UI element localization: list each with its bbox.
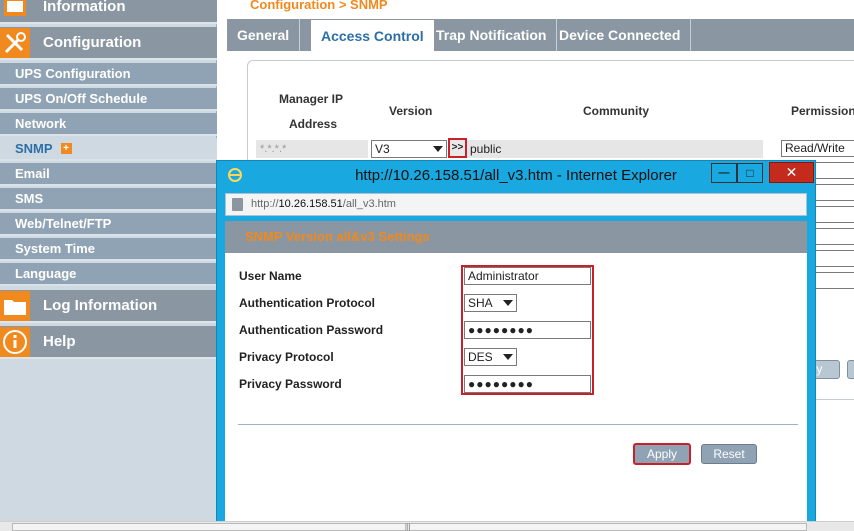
minimize-icon: — [718,167,730,179]
auth-protocol-label: Authentication Protocol [239,296,375,310]
header-community: Community [583,104,649,118]
horizontal-scrollbar[interactable]: ||| [0,521,854,531]
maximize-button[interactable]: □ [737,163,763,183]
page-icon [232,198,243,211]
user-name-label: User Name [239,269,302,283]
privacy-password-label: Privacy Password [239,377,342,391]
version-select[interactable]: V3 [371,140,447,158]
header-manager-ip-address: Address [289,117,338,131]
auth-protocol-value: SHA [468,296,493,310]
sidebar-item-sms[interactable]: SMS [0,188,217,211]
sidebar-item-label: Web/Telnet/FTP [15,216,112,231]
popup-client-area: SNMP Version all&v3 Settings User Name A… [225,221,807,531]
information-icon [0,0,30,22]
sidebar-item-language[interactable]: Language [0,263,217,286]
address-bar[interactable]: http://10.26.158.51/all_v3.htm [225,193,807,216]
permission-select[interactable]: Read/Write [781,140,854,157]
chevron-down-icon [503,354,513,360]
sidebar-item-label: Email [15,166,50,181]
tab-bar: General Access Control Trap Notification… [227,19,854,51]
header-version: Version [389,104,433,118]
sidebar-item-web-telnet-ftp[interactable]: Web/Telnet/FTP [0,213,217,236]
chevron-down-icon [433,146,443,152]
open-settings-button[interactable]: >> [448,138,467,158]
permission-value: Read/Write [785,141,845,155]
sidebar-item-ups-configuration[interactable]: UPS Configuration [0,63,217,86]
auth-password-label: Authentication Password [239,323,384,337]
close-button[interactable]: ✕ [769,162,814,183]
reset-button-background[interactable] [847,360,854,379]
divider [238,424,798,425]
sidebar-item-label: UPS On/Off Schedule [15,91,148,106]
sidebar-item-snmp[interactable]: SNMP + [0,138,217,161]
sidebar-section-configuration[interactable]: Configuration [0,27,217,60]
scrollbar-grip-icon: ||| [405,524,411,531]
tab-trap-notification[interactable]: Trap Notification [426,19,558,51]
sidebar: Information Configuration UPS Configurat… [0,0,217,531]
maximize-icon: □ [746,166,754,180]
sidebar-section-log-information[interactable]: Log Information [0,290,217,323]
close-icon: ✕ [785,164,798,180]
user-name-input[interactable]: Administrator [464,267,591,285]
address-path: /all_v3.htm [342,198,396,210]
apply-button[interactable]: Apply [633,443,691,465]
sidebar-item-ups-schedule[interactable]: UPS On/Off Schedule [0,88,217,111]
auth-protocol-select[interactable]: SHA [464,294,517,312]
sidebar-item-label: Language [15,266,77,281]
privacy-protocol-value: DES [468,350,493,364]
sidebar-section-help[interactable]: Help [0,326,217,359]
sidebar-item-label: Network [15,116,67,131]
window-titlebar[interactable]: http://10.26.158.51/all_v3.htm - Interne… [217,161,815,189]
privacy-protocol-select[interactable]: DES [464,348,517,366]
privacy-protocol-label: Privacy Protocol [239,350,334,364]
tools-icon [0,27,30,58]
sidebar-section-information[interactable]: Information [0,0,217,24]
settings-section-title: SNMP Version all&v3 Settings [225,221,807,253]
sidebar-item-label: SMS [15,191,44,206]
version-value: V3 [375,142,390,156]
header-permission: Permission [791,104,854,118]
community-field[interactable]: public [467,140,763,158]
sidebar-item-email[interactable]: Email [0,163,217,186]
manager-ip-field[interactable]: *.*.*.* [256,140,368,158]
address-prefix: http:// [251,198,279,210]
sidebar-item-label: System Time [15,241,95,256]
address-host: 10.26.158.51 [278,198,343,210]
sidebar-item-network[interactable]: Network [0,113,217,136]
expand-plus-icon: + [60,143,72,154]
tab-access-control[interactable]: Access Control [310,19,435,51]
privacy-password-input[interactable]: ●●●●●●●● [464,375,591,393]
sidebar-item-system-time[interactable]: System Time [0,238,217,261]
tab-device-connected[interactable]: Device Connected [549,19,692,51]
sidebar-section-label: Help [43,333,76,350]
sidebar-section-label: Information [43,0,126,15]
tab-general[interactable]: General [227,19,301,51]
sidebar-item-label: SNMP [15,141,53,156]
breadcrumb: Configuration > SNMP [250,0,388,12]
auth-password-input[interactable]: ●●●●●●●● [464,321,591,339]
minimize-button[interactable]: — [711,163,737,183]
header-manager-ip: Manager IP [279,92,344,106]
folder-icon [0,290,30,321]
sidebar-section-label: Log Information [43,297,158,314]
sidebar-item-label: UPS Configuration [15,66,131,81]
sidebar-section-label: Configuration [43,34,142,51]
reset-button[interactable]: Reset [701,444,757,464]
ie-popup-window: http://10.26.158.51/all_v3.htm - Interne… [216,160,816,531]
chevron-down-icon [503,300,513,306]
info-icon [0,326,30,357]
